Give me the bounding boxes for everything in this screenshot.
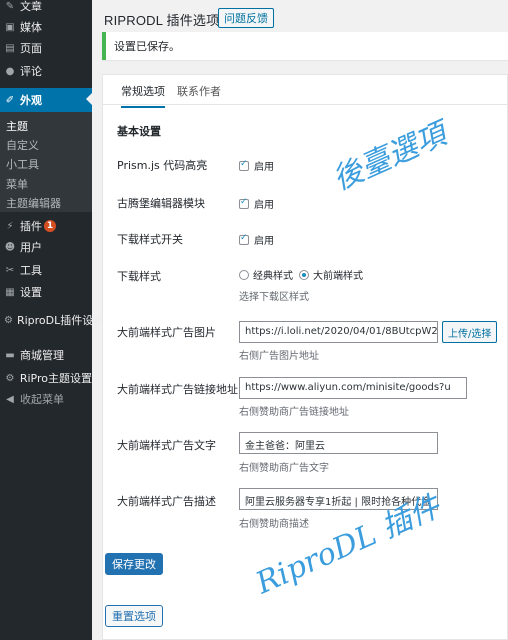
- checkbox-checked-icon: [239, 233, 249, 245]
- sidebar-item-label: 页面: [20, 42, 42, 55]
- gear-icon: ⚙: [5, 372, 15, 384]
- store-icon: ▬: [5, 349, 15, 361]
- sidebar-item-riprodl-settings[interactable]: ⚙ RiproDL插件设置: [0, 309, 104, 331]
- sidebar-item-appearance[interactable]: ✐ 外观: [0, 88, 92, 112]
- page-title: RIPRODL 插件选项: [104, 13, 220, 28]
- plugin-icon: ⚡: [6, 220, 14, 232]
- sidebar-item-label: 商城管理: [20, 349, 64, 362]
- user-icon: ☻: [4, 241, 16, 253]
- save-changes-button[interactable]: 保存更改: [105, 553, 163, 575]
- sidebar-item-label: 文章: [20, 0, 42, 13]
- radio-label: 大前端样式: [313, 271, 363, 282]
- options-panel: 常规选项 联系作者 基本设置 Prism.js 代码高亮 启用 古腾堡编辑器模块…: [102, 74, 508, 640]
- update-count-badge: 1: [44, 220, 56, 232]
- sidebar-item-tools[interactable]: ✂ 工具: [0, 259, 92, 281]
- ad-image-input[interactable]: https://i.loli.net/2020/04/01/8BUtcpW2EN: [239, 321, 438, 343]
- radio-icon: [239, 269, 249, 280]
- sidebar-item-ripro-settings[interactable]: ⚙ RiPro主题设置: [0, 367, 92, 389]
- sidebar-item-plugins[interactable]: ⚡ 插件 1: [0, 215, 92, 237]
- pin-icon: ✎: [5, 0, 15, 12]
- sidebar-item-label: 插件: [20, 220, 42, 233]
- download-style-radio-group: 经典样式 大前端样式: [239, 267, 369, 282]
- ad-desc-input[interactable]: 阿里云服务器专享1折起 | 限时抢各种代金: [239, 488, 438, 510]
- checkbox-checked-icon: [239, 159, 249, 171]
- checkbox-label: 启用: [254, 162, 274, 173]
- upload-select-button[interactable]: 上传/选择: [442, 321, 498, 343]
- ad-image-description: 右侧广告图片地址: [239, 351, 319, 362]
- sidebar-item-store[interactable]: ▬ 商城管理: [0, 344, 92, 366]
- sidebar-item-pages[interactable]: ▤ 页面: [0, 37, 92, 59]
- submenu-item-themes[interactable]: 主题: [6, 118, 28, 134]
- reset-options-button[interactable]: 重置选项: [105, 605, 163, 627]
- ad-image-label: 大前端样式广告图片: [117, 326, 216, 339]
- sidebar-item-label: RiproDL插件设置: [16, 314, 105, 327]
- comment-icon: ●: [5, 65, 15, 77]
- sidebar-item-label: 设置: [20, 286, 42, 299]
- submenu-item-customize[interactable]: 自定义: [6, 137, 39, 153]
- sidebar-item-posts[interactable]: ✎ 文章: [0, 0, 92, 17]
- gutenberg-label: 古腾堡编辑器模块: [117, 197, 205, 210]
- admin-sidebar: ✎ 文章 ▣ 媒体 ▤ 页面 ● 评论 ✐ 外观 主题 自定义 小工具 菜单 主…: [0, 0, 104, 640]
- sidebar-item-label: 外观: [20, 94, 42, 107]
- sidebar-item-label: 工具: [20, 264, 42, 277]
- download-style-description: 选择下载区样式: [239, 292, 309, 303]
- ad-link-input[interactable]: https://www.aliyun.com/minisite/goods?u: [239, 377, 467, 399]
- radio-classic[interactable]: 经典样式: [239, 267, 293, 282]
- feedback-button[interactable]: 问题反馈: [218, 8, 274, 28]
- ad-link-label: 大前端样式广告链接地址: [117, 383, 238, 396]
- section-title: 基本设置: [117, 125, 161, 138]
- checkbox-label: 启用: [254, 236, 274, 247]
- saved-notice: 设置已保存。: [102, 32, 508, 60]
- ad-text-input[interactable]: 金主爸爸：阿里云: [239, 432, 438, 454]
- sidebar-item-comments[interactable]: ● 评论: [0, 60, 92, 82]
- settings-icon: ▦: [5, 286, 15, 298]
- download-style-label: 下载样式: [117, 270, 161, 283]
- ad-text-label: 大前端样式广告文字: [117, 439, 216, 452]
- sidebar-item-label: RiPro主题设置: [19, 372, 92, 385]
- sidebar-item-media[interactable]: ▣ 媒体: [0, 16, 92, 38]
- download-switch-label: 下载样式开关: [117, 233, 183, 246]
- wrench-icon: ✂: [5, 264, 15, 276]
- submenu-item-menus[interactable]: 菜单: [6, 176, 28, 192]
- ad-link-description: 右侧赞助商广告链接地址: [239, 407, 349, 418]
- collapse-icon: ◀: [6, 393, 14, 405]
- collapse-menu[interactable]: ◀ 收起菜单: [0, 388, 92, 410]
- submenu-item-theme-editor[interactable]: 主题编辑器: [6, 195, 61, 211]
- ad-desc-label: 大前端样式广告描述: [117, 495, 216, 508]
- submenu-item-widgets[interactable]: 小工具: [6, 156, 39, 172]
- sidebar-item-settings[interactable]: ▦ 设置: [0, 281, 92, 303]
- sidebar-item-label: 用户: [20, 241, 42, 254]
- ad-text-description: 右侧赞助商广告文字: [239, 463, 329, 474]
- appearance-submenu: 主题 自定义 小工具 菜单 主题编辑器: [0, 112, 92, 212]
- media-icon: ▣: [5, 21, 15, 33]
- brush-icon: ✐: [5, 94, 15, 106]
- sidebar-item-label: 媒体: [20, 21, 42, 34]
- radio-dqd[interactable]: 大前端样式: [299, 267, 363, 282]
- gutenberg-checkbox[interactable]: 启用: [239, 196, 274, 211]
- prism-checkbox[interactable]: 启用: [239, 158, 274, 173]
- page-icon: ▤: [5, 42, 15, 54]
- ad-desc-description: 右侧赞助商描述: [239, 519, 309, 530]
- checkbox-label: 启用: [254, 200, 274, 211]
- download-switch-checkbox[interactable]: 启用: [239, 232, 274, 247]
- sidebar-item-label: 评论: [20, 65, 42, 78]
- tab-contact[interactable]: 联系作者: [177, 83, 221, 99]
- radio-selected-icon: [299, 269, 309, 280]
- checkbox-checked-icon: [239, 197, 249, 209]
- radio-label: 经典样式: [253, 271, 293, 282]
- prism-label: Prism.js 代码高亮: [117, 159, 208, 172]
- tab-bar: 常规选项 联系作者: [103, 75, 507, 108]
- sidebar-item-label: 收起菜单: [20, 393, 64, 406]
- sidebar-item-users[interactable]: ☻ 用户: [0, 236, 92, 258]
- gear-icon: ⚙: [4, 314, 13, 326]
- tab-general[interactable]: 常规选项: [121, 83, 165, 108]
